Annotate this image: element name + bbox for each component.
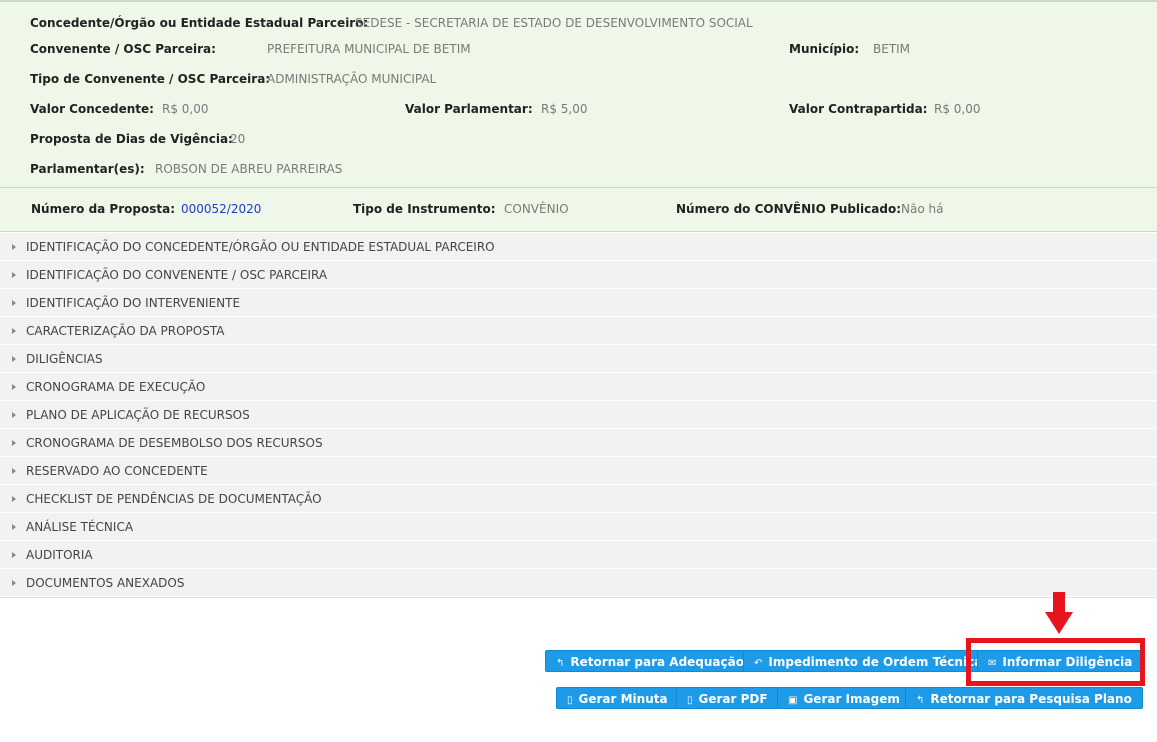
section-label: RESERVADO AO CONCEDENTE [26, 464, 208, 478]
caret-right-icon [12, 271, 16, 278]
tipo-convenente-label: Tipo de Convenente / OSC Parceira: [30, 72, 271, 86]
dias-vigencia-label: Proposta de Dias de Vigência: [30, 132, 233, 146]
caret-right-icon [12, 411, 16, 418]
section-identificacao-concedente[interactable]: IDENTIFICAÇÃO DO CONCEDENTE/ÓRGÃO OU ENT… [0, 233, 1157, 261]
file-icon: ▯ [567, 695, 573, 706]
concedente-value: SEDESE - SECRETARIA DE ESTADO DE DESENVO… [355, 16, 753, 30]
section-reservado-concedente[interactable]: RESERVADO AO CONCEDENTE [0, 457, 1157, 485]
section-label: CARACTERIZAÇÃO DA PROPOSTA [26, 324, 225, 338]
retornar-adequacao-button[interactable]: ↰ Retornar para Adequação [545, 650, 755, 672]
valor-concedente-label: Valor Concedente: [30, 102, 154, 116]
section-label: IDENTIFICAÇÃO DO CONVENENTE / OSC PARCEI… [26, 268, 328, 282]
section-analise-tecnica[interactable]: ANÁLISE TÉCNICA [0, 513, 1157, 541]
parlamentar-label: Parlamentar(es): [30, 162, 145, 176]
section-identificacao-convenente[interactable]: IDENTIFICAÇÃO DO CONVENENTE / OSC PARCEI… [0, 261, 1157, 289]
valor-contrapartida-label: Valor Contrapartida: [789, 102, 928, 116]
gerar-imagem-label: Gerar Imagem [803, 692, 900, 706]
retornar-adequacao-label: Retornar para Adequação [570, 655, 744, 669]
section-cronograma-execucao[interactable]: CRONOGRAMA DE EXECUÇÃO [0, 373, 1157, 401]
down-arrow-annotation-shaft [1053, 592, 1065, 614]
section-label: IDENTIFICAÇÃO DO CONCEDENTE/ÓRGÃO OU ENT… [26, 240, 495, 254]
proposal-info-panel: Concedente/Órgão ou Entidade Estadual Pa… [0, 0, 1157, 232]
section-label: CHECKLIST DE PENDÊNCIAS DE DOCUMENTAÇÃO [26, 492, 322, 506]
section-label: IDENTIFICAÇÃO DO INTERVENIENTE [26, 296, 241, 310]
dias-vigencia-value: 20 [230, 132, 246, 146]
section-label: ANÁLISE TÉCNICA [26, 520, 134, 534]
caret-right-icon [12, 355, 16, 362]
section-label: AUDITORIA [26, 548, 93, 562]
highlight-box [966, 638, 1145, 686]
caret-right-icon [12, 579, 16, 586]
valor-parlamentar-value: R$ 5,00 [541, 102, 588, 116]
section-diligencias[interactable]: DILIGÊNCIAS [0, 345, 1157, 373]
valor-concedente-value: R$ 0,00 [162, 102, 209, 116]
down-arrow-annotation-icon [1045, 612, 1073, 634]
tipo-instrumento-label: Tipo de Instrumento: [353, 202, 496, 216]
caret-right-icon [12, 383, 16, 390]
convenente-label: Convenente / OSC Parceira: [30, 42, 216, 56]
undo-icon: ↶ [754, 658, 763, 669]
numero-proposta-value: 000052/2020 [181, 202, 262, 216]
section-checklist[interactable]: CHECKLIST DE PENDÊNCIAS DE DOCUMENTAÇÃO [0, 485, 1157, 513]
caret-right-icon [12, 523, 16, 530]
section-label: CRONOGRAMA DE DESEMBOLSO DOS RECURSOS [26, 436, 323, 450]
section-caracterizacao[interactable]: CARACTERIZAÇÃO DA PROPOSTA [0, 317, 1157, 345]
reply-icon: ↰ [916, 695, 925, 706]
sections-divider [0, 597, 1157, 598]
gerar-pdf-label: Gerar PDF [698, 692, 768, 706]
municipio-label: Município: [789, 42, 860, 56]
accordion-sections: IDENTIFICAÇÃO DO CONCEDENTE/ÓRGÃO OU ENT… [0, 233, 1157, 597]
gerar-minuta-label: Gerar Minuta [578, 692, 668, 706]
numero-convenio-label: Número do CONVÊNIO Publicado: [676, 202, 901, 216]
impedimento-button[interactable]: ↶ Impedimento de Ordem Técnica [743, 650, 994, 672]
gerar-pdf-button[interactable]: ▯ Gerar PDF [676, 687, 779, 709]
image-icon: ▣ [788, 695, 798, 706]
section-plano-aplicacao[interactable]: PLANO DE APLICAÇÃO DE RECURSOS [0, 401, 1157, 429]
reply-icon: ↰ [556, 658, 565, 669]
section-auditoria[interactable]: AUDITORIA [0, 541, 1157, 569]
valor-contrapartida-value: R$ 0,00 [934, 102, 981, 116]
impedimento-label: Impedimento de Ordem Técnica [768, 655, 983, 669]
tipo-instrumento-value: CONVÊNIO [504, 202, 569, 216]
municipio-value: BETIM [873, 42, 911, 56]
section-label: PLANO DE APLICAÇÃO DE RECURSOS [26, 408, 250, 422]
retornar-pesquisa-button[interactable]: ↰ Retornar para Pesquisa Plano [905, 687, 1143, 709]
caret-right-icon [12, 299, 16, 306]
file-icon: ▯ [687, 695, 693, 706]
caret-right-icon [12, 327, 16, 334]
caret-right-icon [12, 243, 16, 250]
section-label: DILIGÊNCIAS [26, 352, 103, 366]
concedente-label: Concedente/Órgão ou Entidade Estadual Pa… [30, 16, 369, 30]
gerar-imagem-button[interactable]: ▣ Gerar Imagem [777, 687, 911, 709]
section-documentos-anexados[interactable]: DOCUMENTOS ANEXADOS [0, 569, 1157, 597]
numero-convenio-value: Não há [901, 202, 944, 216]
valor-parlamentar-label: Valor Parlamentar: [405, 102, 533, 116]
caret-right-icon [12, 551, 16, 558]
numero-proposta-label: Número da Proposta: [31, 202, 175, 216]
section-label: DOCUMENTOS ANEXADOS [26, 576, 185, 590]
section-cronograma-desembolso[interactable]: CRONOGRAMA DE DESEMBOLSO DOS RECURSOS [0, 429, 1157, 457]
convenente-value: PREFEITURA MUNICIPAL DE BETIM [267, 42, 471, 56]
caret-right-icon [12, 467, 16, 474]
section-identificacao-interveniente[interactable]: IDENTIFICAÇÃO DO INTERVENIENTE [0, 289, 1157, 317]
info-divider [0, 187, 1157, 188]
caret-right-icon [12, 495, 16, 502]
caret-right-icon [12, 439, 16, 446]
tipo-convenente-value: ADMINISTRAÇÃO MUNICIPAL [267, 72, 437, 86]
parlamentar-value: ROBSON DE ABREU PARREIRAS [155, 162, 343, 176]
retornar-pesquisa-label: Retornar para Pesquisa Plano [930, 692, 1132, 706]
section-label: CRONOGRAMA DE EXECUÇÃO [26, 380, 206, 394]
gerar-minuta-button[interactable]: ▯ Gerar Minuta [556, 687, 679, 709]
